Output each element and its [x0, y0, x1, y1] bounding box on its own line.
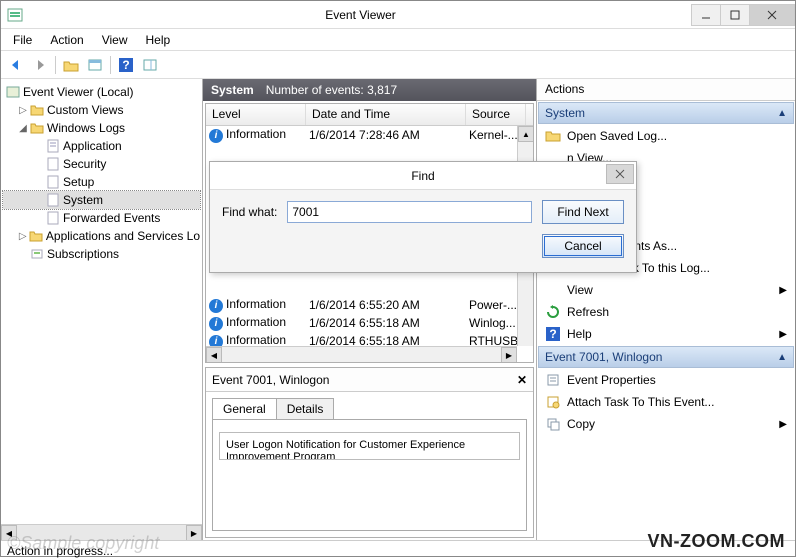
help-icon: ?	[545, 326, 561, 342]
chevron-up-icon: ▲	[777, 352, 787, 363]
information-icon: i	[209, 299, 223, 313]
tree-subscriptions[interactable]: ▷ Subscriptions	[3, 245, 200, 263]
minimize-button[interactable]	[691, 4, 721, 26]
log-icon	[45, 192, 61, 208]
center-pane: System Number of events: 3,817 Level Dat…	[203, 79, 537, 540]
folder-icon	[29, 228, 44, 244]
pane-button[interactable]	[139, 54, 161, 76]
col-source[interactable]: Source	[466, 104, 526, 125]
col-level[interactable]: Level	[206, 104, 306, 125]
menu-view[interactable]: View	[94, 31, 136, 49]
collapse-icon[interactable]: ◢	[17, 123, 29, 134]
copy-icon	[545, 416, 561, 432]
center-header: System Number of events: 3,817	[203, 79, 536, 101]
chevron-up-icon: ▲	[777, 108, 787, 119]
expand-icon[interactable]: ▷	[17, 231, 29, 242]
action-copy[interactable]: Copy ▶	[537, 413, 795, 435]
folder-button[interactable]	[60, 54, 82, 76]
log-icon	[45, 138, 61, 154]
event-row[interactable]: iInformation 1/6/2014 6:55:18 AM Winlog.…	[206, 314, 533, 332]
event-detail: Event 7001, Winlogon ✕ General Details U…	[205, 367, 534, 538]
sample-watermark: ©Sample copyright	[7, 533, 159, 554]
find-what-label: Find what:	[222, 205, 277, 219]
find-close-button[interactable]	[606, 164, 634, 184]
folder-icon	[545, 128, 561, 144]
actions-section-event[interactable]: Event 7001, Winlogon▲	[538, 346, 794, 368]
find-what-input[interactable]	[287, 201, 532, 223]
scroll-right-button[interactable]: ▶	[501, 347, 517, 363]
back-button[interactable]	[5, 54, 27, 76]
svg-text:?: ?	[122, 58, 129, 72]
menu-action[interactable]: Action	[42, 31, 91, 49]
view-button[interactable]	[84, 54, 106, 76]
chevron-right-icon: ▶	[779, 285, 787, 296]
log-icon	[45, 156, 61, 172]
chevron-right-icon: ▶	[779, 419, 787, 430]
tree-pane: Event Viewer (Local) ▷ Custom Views ◢ Wi…	[1, 79, 203, 540]
tree-custom-views[interactable]: ▷ Custom Views	[3, 101, 200, 119]
menu-help[interactable]: Help	[138, 31, 179, 49]
forward-button[interactable]	[29, 54, 51, 76]
actions-section-system[interactable]: System▲	[538, 102, 794, 124]
tree-log-application[interactable]: Application	[3, 137, 200, 155]
maximize-button[interactable]	[720, 4, 750, 26]
action-event-properties[interactable]: Event Properties	[537, 369, 795, 391]
find-dialog-title: Find	[411, 169, 434, 183]
tree-log-setup[interactable]: Setup	[3, 173, 200, 191]
event-row[interactable]: iInformation 1/6/2014 7:28:46 AM Kernel-…	[206, 126, 533, 144]
menu-file[interactable]: File	[5, 31, 40, 49]
help-button[interactable]: ?	[115, 54, 137, 76]
log-icon	[45, 210, 61, 226]
close-button[interactable]	[749, 4, 795, 26]
detail-close-icon[interactable]: ✕	[517, 373, 527, 387]
tab-details[interactable]: Details	[276, 398, 335, 419]
detail-title: Event 7001, Winlogon	[212, 373, 329, 387]
window-title: Event Viewer	[29, 8, 692, 22]
find-dialog: Find Find what: Find Next Cancel	[209, 161, 637, 273]
scroll-up-button[interactable]: ▲	[518, 126, 534, 142]
action-open-saved-log-[interactable]: Open Saved Log...	[537, 125, 795, 147]
titlebar: Event Viewer	[1, 1, 795, 29]
tree-log-security[interactable]: Security	[3, 155, 200, 173]
menubar: File Action View Help	[1, 29, 795, 51]
action-refresh[interactable]: Refresh	[537, 301, 795, 323]
find-next-button[interactable]: Find Next	[542, 200, 624, 224]
actions-pane: Actions System▲ Open Saved Log... n View…	[537, 79, 795, 540]
refresh-icon	[545, 304, 561, 320]
actions-title: Actions	[537, 79, 795, 101]
action-view[interactable]: View ▶	[537, 279, 795, 301]
event-row[interactable]: iInformation 1/6/2014 6:55:20 AM Power-.…	[206, 296, 533, 314]
scroll-left-button[interactable]: ◀	[206, 347, 222, 363]
expand-icon[interactable]: ▷	[17, 105, 29, 116]
col-date[interactable]: Date and Time	[306, 104, 466, 125]
tree-apps-services[interactable]: ▷ Applications and Services Lo	[3, 227, 200, 245]
tree-root[interactable]: Event Viewer (Local)	[3, 83, 200, 101]
svg-text:?: ?	[549, 327, 556, 341]
scroll-right-button[interactable]: ▶	[186, 525, 202, 540]
subscription-icon	[29, 246, 45, 262]
action-attach-task-to-this-event-[interactable]: Attach Task To This Event...	[537, 391, 795, 413]
action-help[interactable]: ? Help ▶	[537, 323, 795, 345]
app-icon	[7, 7, 23, 23]
toolbar: ?	[1, 51, 795, 79]
chevron-right-icon: ▶	[779, 329, 787, 340]
task-icon	[545, 394, 561, 410]
detail-message: User Logon Notification for Customer Exp…	[219, 432, 520, 460]
log-icon	[45, 174, 61, 190]
event-viewer-icon	[5, 84, 21, 100]
information-icon: i	[209, 129, 223, 143]
tree-log-forwarded[interactable]: Forwarded Events	[3, 209, 200, 227]
grid-header: Level Date and Time Source	[206, 104, 533, 126]
tree-windows-logs[interactable]: ◢ Windows Logs	[3, 119, 200, 137]
props-icon	[545, 372, 561, 388]
information-icon: i	[209, 317, 223, 331]
tree-log-system[interactable]: System	[3, 191, 200, 209]
folder-icon	[29, 102, 45, 118]
folder-icon	[29, 120, 45, 136]
tab-general[interactable]: General	[212, 398, 277, 419]
vnzoom-watermark: VN-ZOOM.COM	[648, 531, 786, 552]
find-cancel-button[interactable]: Cancel	[542, 234, 624, 258]
blank-icon	[545, 282, 561, 298]
